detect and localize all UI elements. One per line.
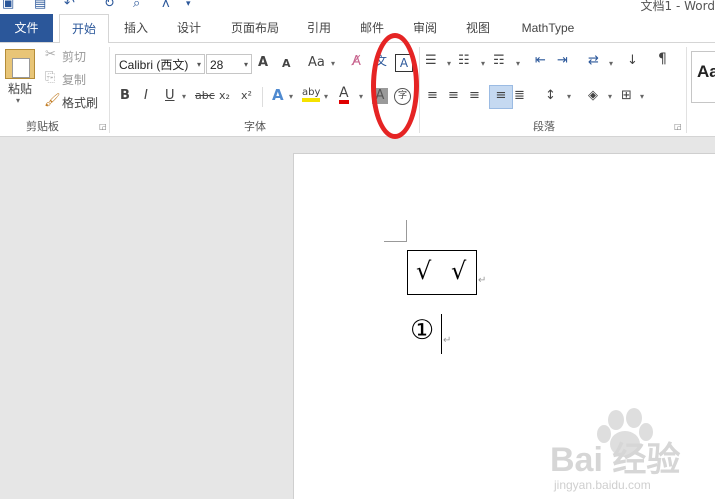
font-size-value: 28 <box>210 58 224 72</box>
align-center-icon[interactable]: ≡ <box>448 88 459 103</box>
format-painter-icon: 🖌 <box>44 93 61 108</box>
cut-button[interactable]: 剪切 <box>62 48 86 65</box>
underline-button[interactable]: U <box>165 88 175 103</box>
align-right-icon[interactable]: ≡ <box>469 88 480 103</box>
scissors-icon: ✂ <box>45 47 56 62</box>
styles-gallery[interactable]: Aa <box>691 51 715 103</box>
title-bar: ▣ ▤ ↶ ↻ ⌕ ʎ ▾ 文档1 - Word <box>0 0 715 14</box>
highlight-button[interactable]: aby <box>302 87 321 102</box>
multilevel-list-dropdown-icon[interactable]: ▾ <box>516 59 520 68</box>
tab-review[interactable]: 审阅 <box>402 14 448 42</box>
customize-icon[interactable]: ▾ <box>186 0 191 9</box>
change-case-icon[interactable]: Aa <box>308 55 325 70</box>
justify-icon[interactable]: ≡ <box>489 85 513 109</box>
save-icon[interactable]: ▤ <box>34 0 46 11</box>
borders-icon[interactable]: ⊞ <box>621 88 632 103</box>
style-preview-label: Aa <box>697 62 715 81</box>
tab-layout[interactable]: 页面布局 <box>224 14 286 42</box>
multilevel-list-icon[interactable]: ☶ <box>493 53 505 68</box>
redo-icon[interactable]: ↻ <box>104 0 115 11</box>
paste-icon[interactable] <box>5 49 35 79</box>
superscript-button[interactable]: x² <box>241 89 252 102</box>
bold-button[interactable]: B <box>120 88 130 103</box>
group-separator <box>109 47 110 133</box>
text-effects-button[interactable]: A <box>272 86 284 104</box>
ribbon: 粘贴 ▾ ✂ 剪切 ⎘ 复制 🖌 格式刷 剪贴板 ◲ Calibri (西文) … <box>0 43 715 137</box>
paragraph-launcher-icon[interactable]: ◲ <box>674 122 682 131</box>
distributed-icon[interactable]: ≣ <box>514 88 525 103</box>
font-name-value: Calibri (西文) <box>119 58 189 72</box>
show-marks-icon[interactable]: ¶ <box>658 51 667 67</box>
line-spacing-dropdown-icon[interactable]: ▾ <box>567 92 571 101</box>
highlight-dropdown-icon[interactable]: ▾ <box>324 92 328 101</box>
clear-formatting-icon[interactable]: A̸ <box>352 54 361 69</box>
sort-icon[interactable]: ↓ <box>627 53 638 68</box>
paste-button[interactable]: 粘贴 <box>8 80 32 97</box>
divider <box>262 87 263 107</box>
borders-dropdown-icon[interactable]: ▾ <box>640 92 644 101</box>
group-separator <box>686 47 687 133</box>
shading-dropdown-icon[interactable]: ▾ <box>608 92 612 101</box>
word-logo-icon: ▣ <box>2 0 15 11</box>
shrink-font-icon[interactable]: A <box>282 57 291 70</box>
bullets-icon[interactable]: ☰ <box>425 53 437 68</box>
paragraph-mark-icon: ↵ <box>478 275 487 286</box>
bordered-check-marks[interactable]: √ √ <box>407 250 477 295</box>
print-preview-icon[interactable]: ⌕ <box>133 0 140 11</box>
paragraph-group-label: 段落 <box>533 120 555 133</box>
tab-mathtype[interactable]: MathType <box>512 14 584 42</box>
group-separator <box>419 47 420 133</box>
numbering-dropdown-icon[interactable]: ▾ <box>481 59 485 68</box>
copy-button[interactable]: 复制 <box>62 71 86 88</box>
font-name-combo[interactable]: Calibri (西文) ▾ <box>115 54 205 74</box>
chevron-down-icon: ▾ <box>196 60 201 69</box>
font-group-label: 字体 <box>244 120 266 133</box>
font-size-combo[interactable]: 28 ▾ <box>206 54 252 74</box>
text-effects-dropdown-icon[interactable]: ▾ <box>289 92 293 101</box>
copy-icon: ⎘ <box>45 70 56 85</box>
clipboard-group-label: 剪贴板 <box>26 120 59 133</box>
watermark-url: jingyan.baidu.com <box>554 478 651 492</box>
font-color-dropdown-icon[interactable]: ▾ <box>359 92 363 101</box>
clipboard-launcher-icon[interactable]: ◲ <box>99 122 107 131</box>
baidu-jingyan-watermark: Bai 经验 jingyan.baidu.com <box>548 402 713 496</box>
margin-corner-mark <box>384 220 407 242</box>
increase-indent-icon[interactable]: ⇥ <box>557 53 568 68</box>
change-case-dropdown-icon[interactable]: ▾ <box>331 59 335 68</box>
paragraph-mark-icon: ↵ <box>443 335 452 346</box>
italic-button[interactable]: I <box>144 88 148 103</box>
red-annotation-circle <box>371 33 419 139</box>
tab-home[interactable]: 开始 <box>59 14 109 44</box>
enclosed-character[interactable]: ① <box>410 315 434 346</box>
align-left-icon[interactable]: ≡ <box>427 88 438 103</box>
tab-file[interactable]: 文件 <box>0 14 53 42</box>
ribbon-tab-bar: 文件 开始 插入 设计 页面布局 引用 邮件 审阅 视图 MathType <box>0 14 715 44</box>
strikethrough-button[interactable]: abc <box>195 89 215 102</box>
format-painter-button[interactable]: 格式刷 <box>62 94 98 111</box>
tab-view[interactable]: 视图 <box>455 14 501 42</box>
font-color-button[interactable]: A <box>339 86 349 104</box>
decrease-indent-icon[interactable]: ⇤ <box>535 53 546 68</box>
check-mark-1: √ <box>416 257 432 285</box>
paste-dropdown-icon[interactable]: ▾ <box>16 96 20 105</box>
text-cursor <box>441 314 442 354</box>
chinese-layout-dropdown-icon[interactable]: ▾ <box>609 59 613 68</box>
subscript-button[interactable]: x₂ <box>219 89 230 102</box>
window-title: 文档1 - Word <box>640 0 715 13</box>
undo-icon[interactable]: ↶ <box>64 0 75 11</box>
check-mark-2: √ <box>451 257 467 285</box>
chevron-down-icon: ▾ <box>243 60 248 69</box>
tab-references[interactable]: 引用 <box>296 14 342 42</box>
watermark-logo-text: Bai 经验 <box>550 441 681 479</box>
shading-icon[interactable]: ◈ <box>588 88 598 103</box>
tab-design[interactable]: 设计 <box>166 14 212 42</box>
format-icon[interactable]: ʎ <box>162 0 170 11</box>
line-spacing-icon[interactable]: ↕ <box>545 88 556 103</box>
underline-dropdown-icon[interactable]: ▾ <box>182 92 186 101</box>
chinese-layout-icon[interactable]: ⇄ <box>588 53 599 68</box>
tab-insert[interactable]: 插入 <box>113 14 159 42</box>
numbering-icon[interactable]: ☷ <box>458 53 470 68</box>
bullets-dropdown-icon[interactable]: ▾ <box>447 59 451 68</box>
grow-font-icon[interactable]: A <box>258 55 268 70</box>
